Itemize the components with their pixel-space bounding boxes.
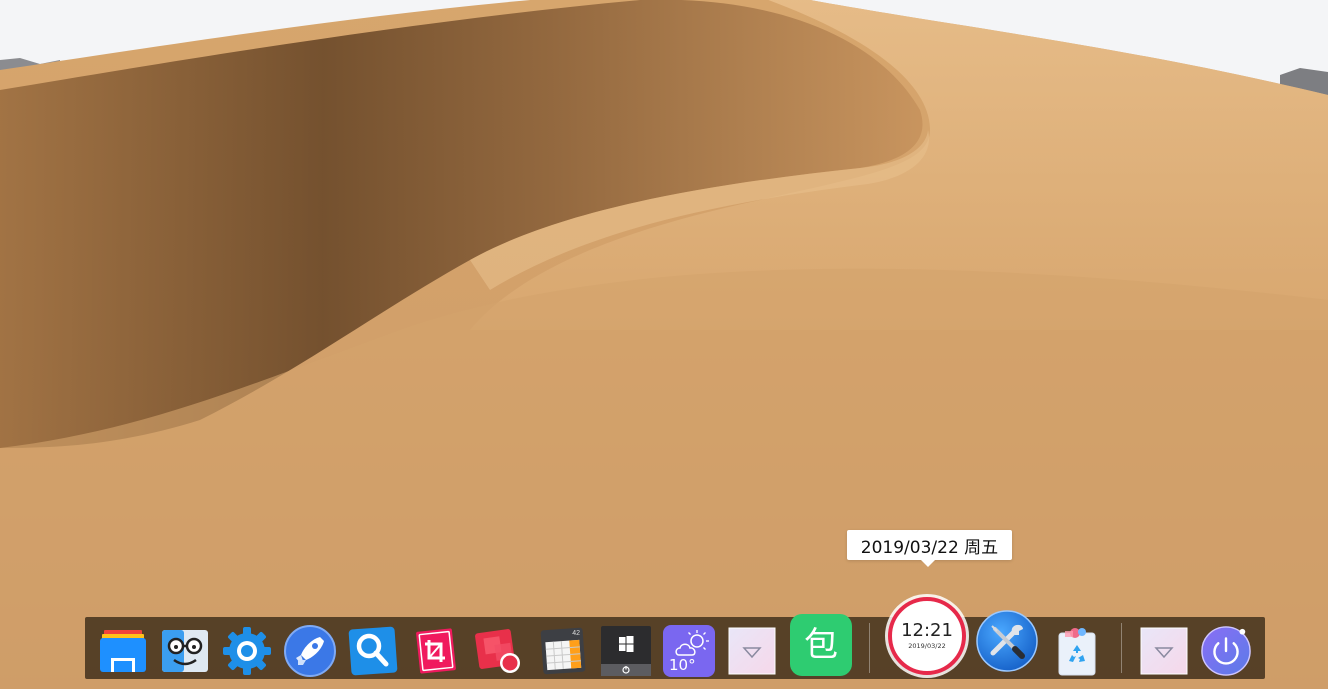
dock-item-folder-stack[interactable]: [726, 625, 778, 677]
dock-separator: [869, 623, 870, 673]
calculator-icon: 42: [540, 627, 586, 675]
dock-item-settings[interactable]: [221, 625, 273, 677]
gear-icon: [223, 627, 271, 675]
record-icon: [475, 629, 520, 673]
desert-dune-wallpaper: [0, 0, 1328, 689]
dock: 42 10° 包 12:21 2019/03/22: [85, 597, 1265, 679]
dock-item-clock[interactable]: 12:21 2019/03/22: [888, 597, 966, 675]
dock-item-tools[interactable]: [975, 609, 1039, 673]
dock-item-launchpad[interactable]: [284, 625, 336, 677]
desktop: 2019/03/22 周五 42 10° 包 12:21 2019/03/22: [0, 0, 1328, 689]
power-icon: [1201, 626, 1251, 676]
dock-item-recycle-bin[interactable]: [1051, 625, 1103, 677]
weather-temperature: 10°: [669, 656, 696, 674]
dock-item-start-menu[interactable]: [600, 625, 652, 677]
folder-icon: [100, 630, 146, 672]
magnifier-icon: [348, 626, 398, 676]
dock-item-power[interactable]: [1200, 625, 1252, 677]
calculator-display: 42: [572, 630, 580, 637]
dock-item-calculator[interactable]: 42: [537, 625, 589, 677]
dock-item-search[interactable]: [347, 625, 399, 677]
windows-logo-icon: [601, 626, 651, 676]
dock-item-screen-recorder[interactable]: [473, 625, 525, 677]
dropdown-arrow-icon: [1140, 627, 1188, 675]
weather-widget: 10°: [663, 625, 715, 677]
wrench-screwdriver-icon: [976, 610, 1038, 672]
dock-item-crop-tool[interactable]: [410, 625, 462, 677]
clock-date: 2019/03/22: [908, 642, 946, 650]
crop-icon: [416, 628, 456, 674]
bao-icon: 包: [790, 614, 852, 676]
dock-item-weather[interactable]: 10°: [663, 625, 715, 677]
finder-face-icon: [162, 630, 208, 672]
dock-item-file-explorer[interactable]: [97, 625, 149, 677]
tooltip-text: 2019/03/22 周五: [860, 537, 999, 558]
date-tooltip: 2019/03/22 周五: [847, 530, 1012, 567]
dropdown-arrow-icon: [728, 627, 776, 675]
dock-item-finder[interactable]: [159, 625, 211, 677]
recycle-icon: [1058, 628, 1096, 676]
dock-item-bao-app[interactable]: 包: [789, 613, 853, 677]
clock-time: 12:21: [901, 620, 953, 641]
bao-label: 包: [804, 625, 838, 665]
rocket-icon: [284, 625, 336, 677]
dock-separator-2: [1121, 623, 1122, 673]
dock-item-folder-stack-2[interactable]: [1138, 625, 1190, 677]
